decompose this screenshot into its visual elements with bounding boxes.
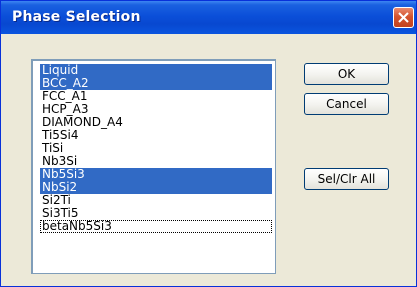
phase-selection-dialog: Phase Selection Liquid BCC_A2 FCC_A1 HCP… — [0, 0, 417, 287]
ok-button[interactable]: OK — [304, 63, 389, 85]
list-item-betanb5si3[interactable]: betaNb5Si3 — [40, 220, 272, 233]
cancel-button[interactable]: Cancel — [304, 93, 389, 115]
title-bar[interactable]: Phase Selection — [1, 1, 416, 34]
phase-listbox[interactable]: Liquid BCC_A2 FCC_A1 HCP_A3 DIAMOND_A4 T… — [31, 59, 276, 274]
list-item-nbsi2[interactable]: NbSi2 — [40, 181, 272, 194]
close-icon — [398, 12, 409, 23]
sel-clr-all-button[interactable]: Sel/Clr All — [304, 168, 389, 190]
close-button[interactable] — [393, 7, 414, 28]
list-item-ti5si4[interactable]: Ti5Si4 — [40, 129, 272, 142]
window-title: Phase Selection — [12, 9, 141, 25]
